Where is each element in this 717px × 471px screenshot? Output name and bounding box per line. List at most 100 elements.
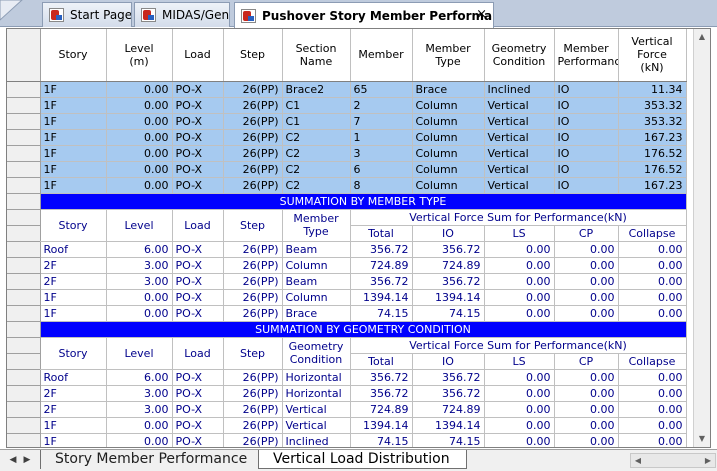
table-cell[interactable]: 26(PP)	[223, 129, 283, 146]
table-cell[interactable]: 0.00	[618, 369, 687, 386]
table-cell[interactable]: Column	[412, 177, 485, 194]
scroll-left-arrow-icon[interactable]: ◀	[632, 454, 644, 467]
table-cell[interactable]: 3.00	[106, 401, 173, 418]
table-cell[interactable]: PO-X	[172, 401, 224, 418]
summary-subheader[interactable]: CP	[554, 225, 619, 242]
table-cell[interactable]: 0.00	[554, 289, 619, 306]
summary-column-header[interactable]: Story	[40, 337, 107, 370]
table-cell[interactable]: C2	[282, 177, 351, 194]
table-cell[interactable]: Inclined	[282, 433, 351, 447]
table-cell[interactable]: Horizontal	[282, 385, 351, 402]
table-cell[interactable]: 0.00	[484, 401, 555, 418]
table-cell[interactable]: Inclined	[484, 81, 555, 98]
table-cell[interactable]: C1	[282, 97, 351, 114]
tab-pushover-story-member-performance[interactable]: Pushover Story Member Performance ×	[234, 2, 494, 28]
table-cell[interactable]: 0.00	[484, 289, 555, 306]
summary-title[interactable]: SUMMATION BY MEMBER TYPE	[40, 193, 687, 210]
table-row[interactable]: 1F 0.00 PO-X 26(PP) C1 7 Column Vertical IO 353.3…	[7, 113, 687, 130]
table-cell[interactable]: 74.15	[412, 433, 485, 447]
row-header[interactable]	[7, 225, 41, 242]
table-cell[interactable]: PO-X	[172, 145, 224, 162]
table-cell[interactable]: Vertical	[484, 129, 555, 146]
summary-column-header[interactable]: Step	[223, 209, 283, 242]
table-cell[interactable]: 1394.14	[350, 289, 413, 306]
table-cell[interactable]: Vertical	[484, 177, 555, 194]
row-header[interactable]	[7, 401, 41, 418]
row-header[interactable]	[7, 257, 41, 274]
table-cell[interactable]: 0.00	[106, 161, 173, 178]
table-cell[interactable]: 356.72	[350, 273, 413, 290]
row-header[interactable]	[7, 369, 41, 386]
table-cell[interactable]: Vertical	[484, 113, 555, 130]
table-cell[interactable]: 0.00	[106, 417, 173, 434]
summary-subheader[interactable]: LS	[484, 225, 555, 242]
column-header[interactable]: Load	[172, 29, 224, 82]
table-cell[interactable]: PO-X	[172, 161, 224, 178]
column-header[interactable]: Geometry Condition	[484, 29, 555, 82]
table-cell[interactable]: 7	[350, 113, 413, 130]
table-cell[interactable]: 0.00	[618, 241, 687, 258]
table-cell[interactable]: 356.72	[412, 369, 485, 386]
table-cell[interactable]: PO-X	[172, 273, 224, 290]
table-cell[interactable]: 1F	[40, 81, 107, 98]
row-header[interactable]	[7, 289, 41, 306]
summary-row[interactable]: 2F 3.00 PO-X 26(PP) Vertical 724.89 724.89 0.00…	[7, 401, 687, 418]
table-cell[interactable]: 0.00	[618, 433, 687, 447]
table-cell[interactable]: C1	[282, 113, 351, 130]
table-cell[interactable]: 0.00	[554, 417, 619, 434]
table-cell[interactable]: PO-X	[172, 113, 224, 130]
table-cell[interactable]: 0.00	[554, 257, 619, 274]
table-cell[interactable]: 26(PP)	[223, 177, 283, 194]
table-cell[interactable]: 1	[350, 129, 413, 146]
table-cell[interactable]: Brace	[282, 305, 351, 322]
table-cell[interactable]: PO-X	[172, 417, 224, 434]
table-cell[interactable]: PO-X	[172, 257, 224, 274]
first-sheet-icon[interactable]: ◀	[8, 453, 18, 467]
table-cell[interactable]: 26(PP)	[223, 273, 283, 290]
table-cell[interactable]: IO	[554, 97, 619, 114]
table-cell[interactable]: 0.00	[554, 241, 619, 258]
table-cell[interactable]: PO-X	[172, 241, 224, 258]
table-cell[interactable]: 0.00	[484, 305, 555, 322]
row-header[interactable]	[7, 193, 41, 210]
summary-row[interactable]: 1F 0.00 PO-X 26(PP) Vertical 1394.14 1394.14 0.…	[7, 417, 687, 434]
table-cell[interactable]: 65	[350, 81, 413, 98]
summary-subheader[interactable]: Collapse	[618, 225, 687, 242]
row-header[interactable]	[7, 29, 41, 82]
table-cell[interactable]: 26(PP)	[223, 257, 283, 274]
table-cell[interactable]: 176.52	[618, 161, 687, 178]
table-row[interactable]: 1F 0.00 PO-X 26(PP) C2 3 Column Vertical IO 176.5…	[7, 145, 687, 162]
row-header[interactable]	[7, 161, 41, 178]
table-cell[interactable]: Brace	[412, 81, 485, 98]
column-header[interactable]: Step	[223, 29, 283, 82]
table-cell[interactable]: 2F	[40, 385, 107, 402]
table-cell[interactable]: 1F	[40, 177, 107, 194]
table-cell[interactable]: 0.00	[618, 305, 687, 322]
table-cell[interactable]: IO	[554, 161, 619, 178]
table-cell[interactable]: 0.00	[106, 177, 173, 194]
summary-group-header[interactable]: Vertical Force Sum for Performance(kN)	[350, 209, 687, 226]
summary-column-header[interactable]: Step	[223, 337, 283, 370]
table-cell[interactable]: 26(PP)	[223, 305, 283, 322]
column-header[interactable]: Story	[40, 29, 107, 82]
table-cell[interactable]: 2	[350, 97, 413, 114]
table-row[interactable]: 1F 0.00 PO-X 26(PP) C2 6 Column Vertical IO 176.5…	[7, 161, 687, 178]
table-cell[interactable]: 3.00	[106, 385, 173, 402]
table-cell[interactable]: 6	[350, 161, 413, 178]
table-cell[interactable]: 724.89	[350, 257, 413, 274]
summary-subheader[interactable]: CP	[554, 353, 619, 370]
table-cell[interactable]: IO	[554, 81, 619, 98]
column-header[interactable]: Level (m)	[106, 29, 173, 82]
table-cell[interactable]: 1F	[40, 289, 107, 306]
column-header[interactable]: MemberPerformance	[554, 29, 619, 82]
table-cell[interactable]: 1F	[40, 305, 107, 322]
row-header[interactable]	[7, 353, 41, 370]
table-cell[interactable]: IO	[554, 177, 619, 194]
table-cell[interactable]: 3	[350, 145, 413, 162]
table-cell[interactable]: 2F	[40, 273, 107, 290]
table-cell[interactable]: 0.00	[106, 97, 173, 114]
table-cell[interactable]: Roof	[40, 369, 107, 386]
table-cell[interactable]: 167.23	[618, 177, 687, 194]
table-cell[interactable]: 8	[350, 177, 413, 194]
horizontal-scrollbar[interactable]: ◀ ▶	[630, 453, 716, 468]
